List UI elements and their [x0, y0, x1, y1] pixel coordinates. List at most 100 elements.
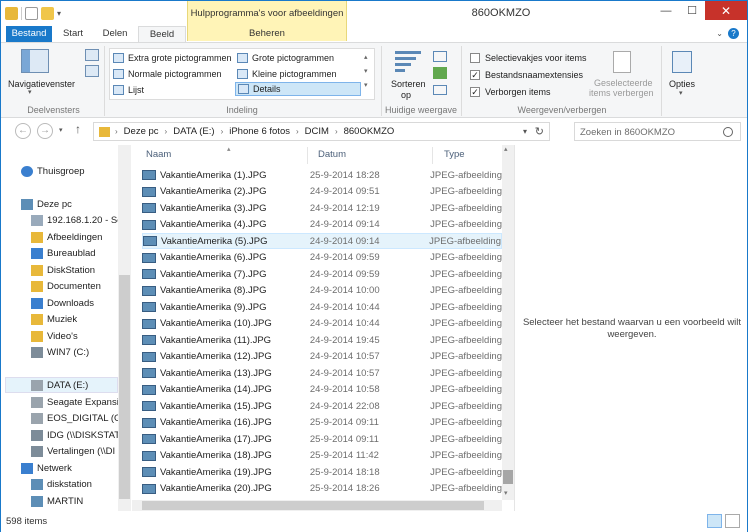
chevron-right-icon[interactable]: ›: [294, 127, 301, 136]
layout-large-icons[interactable]: Grote pictogrammen: [237, 51, 334, 65]
table-row[interactable]: VakantieAmerika (12).JPG 24-9-2014 10:57 J…: [142, 349, 502, 365]
refresh-icon[interactable]: ↻: [535, 125, 544, 138]
hidden-items-toggle[interactable]: ✓ Verborgen items: [470, 85, 551, 98]
nav-item-nas[interactable]: 192.168.1.20 - Sor: [31, 212, 131, 228]
table-row[interactable]: VakantieAmerika (13).JPG 24-9-2014 10:57 J…: [142, 365, 502, 381]
layout-medium-icons[interactable]: Normale pictogrammen: [113, 67, 222, 81]
breadcrumb-860okmzo[interactable]: 860OKMZO: [340, 126, 399, 137]
folder-icon[interactable]: [5, 7, 18, 20]
maximize-button[interactable]: ☐: [679, 1, 705, 20]
nav-scrollbar[interactable]: [118, 145, 131, 511]
item-checkboxes-toggle[interactable]: Selectievakjes voor items: [470, 51, 587, 64]
layout-list[interactable]: Lijst: [113, 83, 144, 97]
nav-dropdown-icon[interactable]: ▾: [28, 88, 32, 96]
chevron-right-icon[interactable]: ›: [219, 127, 226, 136]
nav-scrollbar-thumb[interactable]: [119, 275, 130, 499]
column-datum[interactable]: Datum: [318, 149, 346, 160]
details-view-toggle-icon[interactable]: [707, 514, 722, 528]
size-columns-icon[interactable]: [433, 85, 447, 95]
sort-button[interactable]: Sorteren: [391, 79, 426, 89]
column-naam[interactable]: Naam: [146, 149, 171, 160]
nav-item-data-e[interactable]: DATA (E:): [5, 377, 118, 393]
table-row[interactable]: VakantieAmerika (6).JPG 24-9-2014 09:59 JP…: [142, 250, 502, 266]
table-row[interactable]: VakantieAmerika (1).JPG 25-9-2014 18:28 JP…: [142, 167, 502, 183]
table-row[interactable]: VakantieAmerika (10).JPG 24-9-2014 10:44 J…: [142, 316, 502, 332]
layout-small-icons[interactable]: Kleine pictogrammen: [237, 67, 337, 81]
checkbox-checked[interactable]: ✓: [470, 69, 480, 80]
table-row[interactable]: VakantieAmerika (4).JPG 24-9-2014 09:14 JP…: [142, 217, 502, 233]
back-button[interactable]: ←: [15, 123, 31, 139]
nav-item-vertalingen[interactable]: Vertalingen (\\DI: [31, 443, 131, 459]
nav-item-diskstation-net[interactable]: diskstation: [31, 476, 131, 492]
table-row[interactable]: VakantieAmerika (11).JPG 24-9-2014 19:45 J…: [142, 332, 502, 348]
tab-start[interactable]: Start: [56, 26, 90, 42]
table-row[interactable]: VakantieAmerika (14).JPG 24-9-2014 10:58 J…: [142, 382, 502, 398]
layout-extra-large-icons[interactable]: Extra grote pictogrammen: [113, 51, 232, 65]
large-icons-view-toggle-icon[interactable]: [725, 514, 740, 528]
sort-icon[interactable]: [395, 51, 421, 75]
nav-item-martin[interactable]: MARTIN: [31, 493, 131, 509]
scroll-up-icon[interactable]: ▴: [504, 145, 508, 153]
chevron-right-icon[interactable]: ›: [163, 127, 170, 136]
column-separator[interactable]: [432, 147, 433, 164]
nav-item-muziek[interactable]: Muziek: [31, 311, 131, 327]
table-row[interactable]: VakantieAmerika (3).JPG 24-9-2014 12:19 JP…: [142, 200, 502, 216]
table-row[interactable]: VakantieAmerika (16).JPG 25-9-2014 09:11 J…: [142, 415, 502, 431]
details-pane-icon[interactable]: [85, 65, 99, 77]
tab-delen[interactable]: Delen: [97, 26, 133, 42]
table-row[interactable]: VakantieAmerika (9).JPG 24-9-2014 10:44 JP…: [142, 299, 502, 315]
checkbox[interactable]: [470, 52, 480, 63]
up-icon[interactable]: ↑: [75, 122, 81, 136]
nav-item-downloads[interactable]: Downloads: [31, 295, 131, 311]
search-input[interactable]: Zoeken in 860OKMZO: [574, 122, 741, 141]
preview-pane-icon[interactable]: [85, 49, 99, 61]
gallery-scroll-icon[interactable]: ▴ ▾ ▾: [364, 51, 368, 93]
nav-item-afbeeldingen[interactable]: Afbeeldingen: [31, 229, 131, 245]
recent-locations-icon[interactable]: ▾: [59, 126, 63, 134]
qat-dropdown-icon[interactable]: ▾: [57, 9, 61, 18]
options-icon[interactable]: [672, 51, 692, 73]
new-folder-icon[interactable]: [41, 7, 54, 20]
close-button[interactable]: ✕: [705, 1, 747, 20]
breadcrumb-dcim[interactable]: DCIM: [301, 126, 333, 137]
nav-item-videos[interactable]: Video's: [31, 328, 131, 344]
nav-item-bureaublad[interactable]: Bureaublad: [31, 245, 131, 261]
tab-beheren[interactable]: Beheren: [189, 26, 345, 42]
column-separator[interactable]: [307, 147, 308, 164]
table-row[interactable]: VakantieAmerika (17).JPG 25-9-2014 09:11 J…: [142, 431, 502, 447]
table-row[interactable]: VakantieAmerika (19).JPG 25-9-2014 18:18 J…: [142, 464, 502, 480]
options-dropdown-icon[interactable]: ▾: [679, 89, 683, 97]
column-type[interactable]: Type: [444, 149, 465, 160]
group-by-icon[interactable]: [433, 51, 447, 62]
minimize-button[interactable]: —: [653, 1, 679, 20]
breadcrumb-data-e[interactable]: DATA (E:): [169, 126, 218, 137]
checkbox-checked[interactable]: ✓: [470, 86, 480, 97]
table-row[interactable]: VakantieAmerika (18).JPG 25-9-2014 11:42 J…: [142, 448, 502, 464]
nav-item-documenten[interactable]: Documenten: [31, 278, 131, 294]
chevron-right-icon[interactable]: ›: [333, 127, 340, 136]
add-columns-icon[interactable]: [433, 67, 447, 79]
nav-item-diskstation[interactable]: DiskStation: [31, 262, 131, 278]
tab-beeld[interactable]: Beeld: [138, 26, 186, 43]
nav-item-idg[interactable]: IDG (\\DISKSTAT: [31, 427, 131, 443]
table-row[interactable]: VakantieAmerika (2).JPG 24-9-2014 09:51 JP…: [142, 184, 502, 200]
nav-item-win7[interactable]: WIN7 (C:): [31, 344, 131, 360]
file-list-vertical-scrollbar[interactable]: ▴ ▾: [502, 145, 514, 500]
nav-item-eos-digital[interactable]: EOS_DIGITAL (G:): [31, 410, 131, 426]
breadcrumb-deze-pc[interactable]: Deze pc: [120, 126, 163, 137]
table-row[interactable]: VakantieAmerika (8).JPG 24-9-2014 10:00 JP…: [142, 283, 502, 299]
search-icon[interactable]: [723, 127, 733, 137]
address-bar[interactable]: › Deze pc › DATA (E:) › iPhone 6 fotos ›…: [93, 122, 550, 141]
breadcrumb-iphone-fotos[interactable]: iPhone 6 fotos: [225, 126, 294, 137]
file-extensions-toggle[interactable]: ✓ Bestandsnaamextensies: [470, 68, 583, 81]
address-dropdown-icon[interactable]: ▾: [523, 127, 527, 136]
options-button[interactable]: Opties: [669, 79, 695, 89]
layout-details[interactable]: Details: [235, 82, 361, 96]
scroll-down-icon[interactable]: ▾: [504, 489, 508, 497]
tab-bestand[interactable]: Bestand: [6, 26, 52, 42]
forward-button[interactable]: →: [37, 123, 53, 139]
file-list-horizontal-scrollbar[interactable]: [132, 500, 502, 511]
table-row[interactable]: VakantieAmerika (15).JPG 24-9-2014 22:08 J…: [142, 398, 502, 414]
nav-item-seagate[interactable]: Seagate Expansio: [31, 394, 131, 410]
navigation-pane-icon[interactable]: [21, 49, 49, 73]
